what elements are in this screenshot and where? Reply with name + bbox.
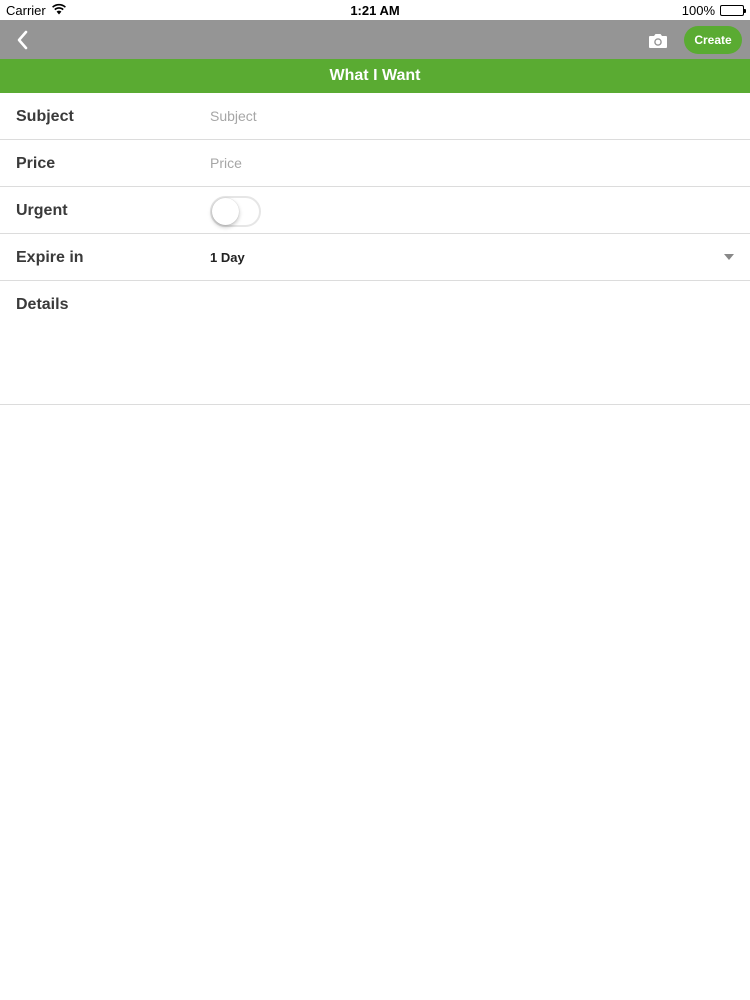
expire-select-value[interactable]: 1 Day xyxy=(210,250,245,265)
camera-icon xyxy=(649,34,667,48)
navigation-bar: Create xyxy=(0,20,750,59)
battery-percent: 100% xyxy=(681,3,715,18)
create-button[interactable]: Create xyxy=(684,26,742,54)
urgent-label: Urgent xyxy=(16,202,68,219)
caret-down-icon[interactable] xyxy=(724,254,734,260)
page-title-bar: What I Want xyxy=(0,59,750,93)
battery-icon xyxy=(720,5,746,16)
camera-button[interactable] xyxy=(648,32,668,49)
chevron-left-icon xyxy=(17,30,28,50)
subject-label: Subject xyxy=(16,108,74,125)
subject-row: Subject xyxy=(0,93,750,140)
urgent-row: Urgent xyxy=(0,187,750,234)
details-textarea[interactable] xyxy=(210,291,730,391)
details-label: Details xyxy=(16,296,69,313)
back-button[interactable] xyxy=(12,26,36,54)
status-right: 100% xyxy=(681,3,746,18)
status-bar: Carrier 1:21 AM 100% xyxy=(0,0,750,20)
price-label: Price xyxy=(16,155,56,172)
urgent-toggle[interactable] xyxy=(210,196,261,227)
details-row: Details xyxy=(0,281,750,405)
price-row: Price xyxy=(0,140,750,187)
toggle-knob xyxy=(212,198,239,225)
expire-row[interactable]: Expire in 1 Day xyxy=(0,234,750,281)
status-time: 1:21 AM xyxy=(350,3,400,18)
expire-label: Expire in xyxy=(16,249,84,266)
subject-input[interactable] xyxy=(210,101,730,131)
price-input[interactable] xyxy=(210,148,730,178)
page-title: What I Want xyxy=(329,67,421,84)
request-form: Subject Price Urgent Expire in 1 Day Det… xyxy=(0,93,750,405)
